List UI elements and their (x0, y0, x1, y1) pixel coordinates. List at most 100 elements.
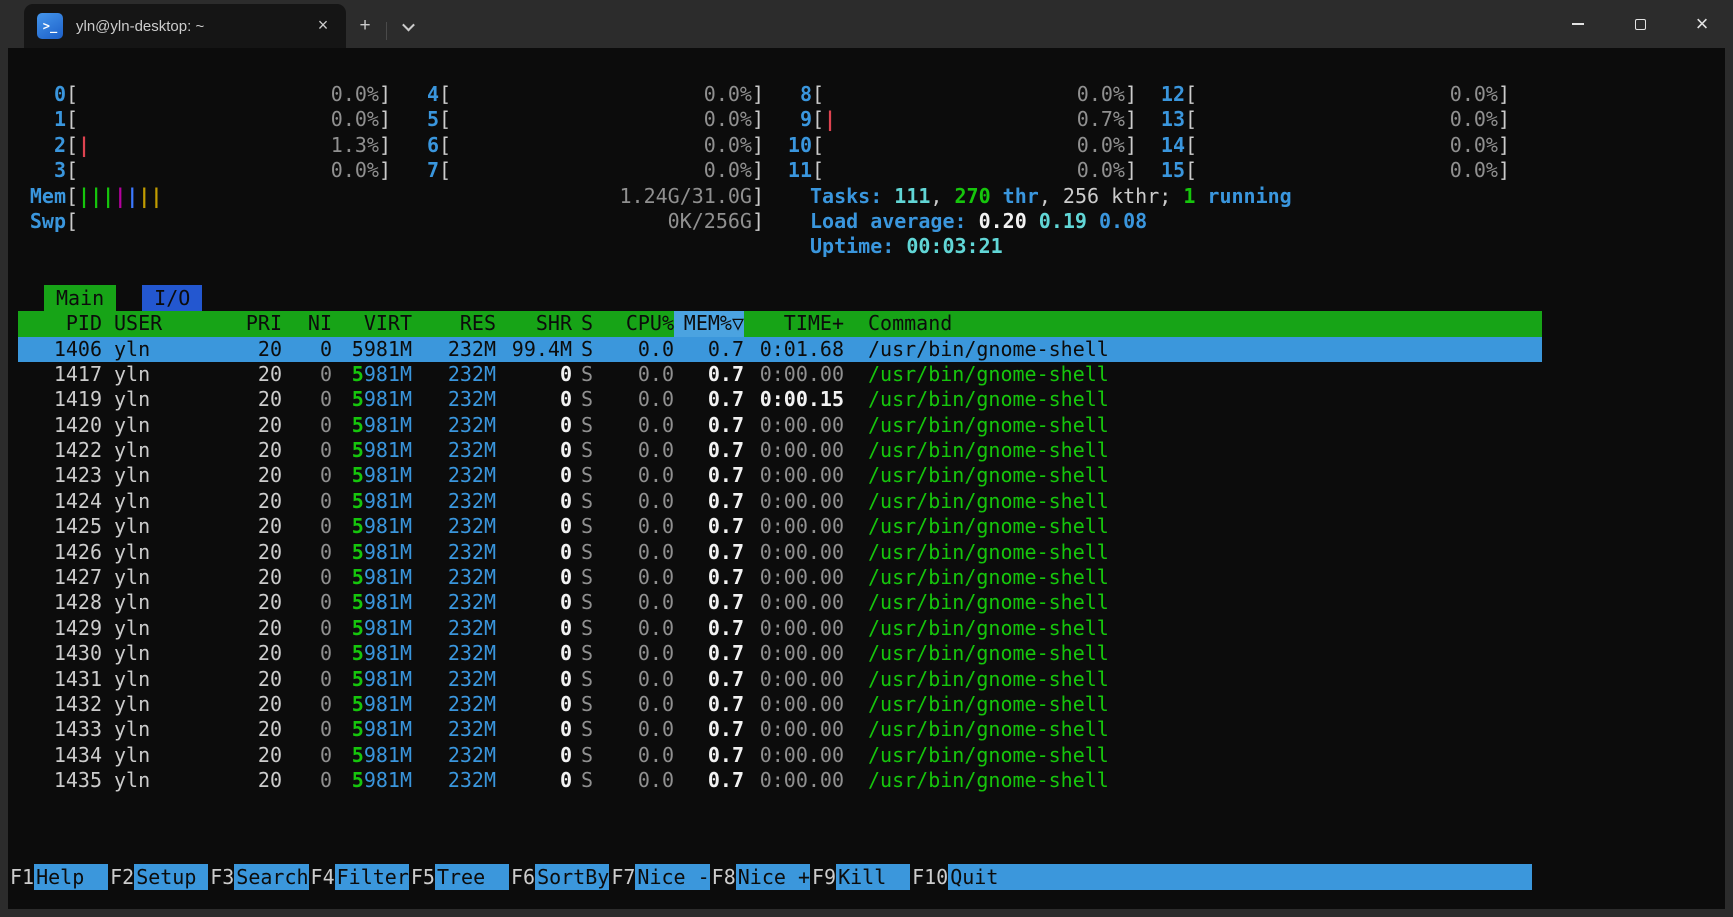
table-row[interactable]: 1430yln2005981M232M0S0.00.70:00.00/usr/b… (18, 641, 1542, 666)
cpu-meter-8: 8[0.0%] (764, 82, 1137, 107)
text-segment: 256 kthr (1063, 184, 1159, 208)
fkey-label: F7 (609, 864, 635, 890)
table-row[interactable]: 1433yln2005981M232M0S0.00.70:00.00/usr/b… (18, 717, 1542, 742)
cell-command: /usr/bin/gnome-shell (844, 438, 1542, 463)
column-header-cpu[interactable]: CPU% (602, 311, 674, 336)
meter-fill (824, 158, 1077, 183)
cell-shr: 0 (496, 565, 572, 590)
table-row[interactable]: 1435yln2005981M232M0S0.00.70:00.00/usr/b… (18, 768, 1542, 793)
column-header-command[interactable]: Command (844, 311, 1542, 336)
virt-rest: 981M (364, 590, 412, 614)
cpu-number: 5 (391, 107, 439, 132)
table-row[interactable]: 1426yln2005981M232M0S0.00.70:00.00/usr/b… (18, 540, 1542, 565)
cpu-percent: 0.0% (1077, 82, 1125, 107)
table-row[interactable]: 1427yln2005981M232M0S0.00.70:00.00/usr/b… (18, 565, 1542, 590)
terminal-tab[interactable]: >_ yln@yln-desktop: ~ × (24, 4, 346, 48)
close-button[interactable]: × (1671, 0, 1733, 48)
cell-res: 232M (412, 463, 496, 488)
fkey-f6[interactable]: F6SortBy (509, 864, 609, 890)
fkey-f5[interactable]: F5Tree (409, 864, 509, 890)
table-row[interactable]: 1417yln2005981M232M0S0.00.70:00.00/usr/b… (18, 362, 1542, 387)
cell-cpu: 0.0 (602, 413, 674, 438)
fkey-f9[interactable]: F9Kill (810, 864, 910, 890)
cell-cpu: 0.0 (602, 692, 674, 717)
meter-fill (1197, 158, 1450, 183)
virt-magnitude: 5 (352, 717, 364, 741)
fkey-f1[interactable]: F1Help (8, 864, 108, 890)
fkey-action: Filter (335, 864, 409, 890)
cell-time: 0:00.00 (744, 514, 844, 539)
cpu-meter-1: 1[0.0%] (18, 107, 391, 132)
cell-pri: 20 (212, 692, 282, 717)
tab-close-icon[interactable]: × (308, 11, 338, 41)
window-controls: × (1547, 0, 1733, 48)
cell-virt: 5981M (332, 641, 412, 666)
cell-user: yln (102, 514, 212, 539)
tab-title: yln@yln-desktop: ~ (76, 18, 308, 35)
fkey-f4[interactable]: F4Filter (309, 864, 409, 890)
column-header-virt[interactable]: VIRT (332, 311, 412, 336)
mem-tasks-line: Mem[|||||||1.24G/31.0G] Tasks: 111, 270 … (18, 184, 1725, 209)
cell-shr: 0 (496, 413, 572, 438)
uptime-line-row: Uptime: 00:03:21 (18, 234, 1725, 259)
cell-time: 0:00.00 (744, 540, 844, 565)
fkey-f8[interactable]: F8Nice + (710, 864, 810, 890)
column-header-res[interactable]: RES (412, 311, 496, 336)
cell-state: S (572, 387, 602, 412)
tab-dropdown-button[interactable] (389, 9, 427, 43)
table-row[interactable]: 1434yln2005981M232M0S0.00.70:00.00/usr/b… (18, 743, 1542, 768)
virt-magnitude: 5 (352, 692, 364, 716)
fkey-f10[interactable]: F10Quit (910, 864, 1532, 890)
cpu-meter-12: 12[0.0%] (1137, 82, 1510, 107)
titlebar-divider (386, 22, 387, 40)
process-table: PIDUSERPRINIVIRTRESSHRSCPU%MEM%▽TIME+Com… (18, 311, 1542, 793)
meter-bracket: ] (752, 209, 764, 234)
cell-ni: 0 (282, 438, 332, 463)
cell-res: 232M (412, 489, 496, 514)
cell-user: yln (102, 641, 212, 666)
table-row[interactable]: 1406yln2005981M232M99.4MS0.00.70:01.68/u… (18, 337, 1542, 362)
screen-tab-io[interactable]: I/O (142, 285, 202, 311)
table-row[interactable]: 1424yln2005981M232M0S0.00.70:00.00/usr/b… (18, 489, 1542, 514)
cell-pri: 20 (212, 387, 282, 412)
table-row[interactable]: 1428yln2005981M232M0S0.00.70:00.00/usr/b… (18, 590, 1542, 615)
screen-tab-main[interactable]: Main (44, 285, 116, 311)
maximize-button[interactable] (1609, 0, 1671, 48)
column-header-s[interactable]: S (572, 311, 602, 336)
cell-time: 0:00.15 (744, 387, 844, 412)
cell-res: 232M (412, 641, 496, 666)
table-row[interactable]: 1431yln2005981M232M0S0.00.70:00.00/usr/b… (18, 667, 1542, 692)
column-header-ni[interactable]: NI (282, 311, 332, 336)
fkey-f3[interactable]: F3Search (208, 864, 308, 890)
new-tab-button[interactable]: + (346, 9, 384, 43)
cpu-percent: 0.0% (1450, 158, 1498, 183)
meter-bracket: [ (66, 209, 78, 234)
cell-time: 0:00.00 (744, 743, 844, 768)
cell-shr: 0 (496, 717, 572, 742)
fkey-action: Setup (134, 864, 208, 890)
fkey-f2[interactable]: F2Setup (108, 864, 208, 890)
swp-load-line: Swp[0K/256G] Load average: 0.20 0.19 0.0… (18, 209, 1725, 234)
table-row[interactable]: 1422yln2005981M232M0S0.00.70:00.00/usr/b… (18, 438, 1542, 463)
column-header-shr[interactable]: SHR (496, 311, 572, 336)
fkey-f7[interactable]: F7Nice - (609, 864, 709, 890)
column-header-user[interactable]: USER (102, 311, 212, 336)
terminal-content: 0[0.0%]4[0.0%]8[0.0%]12[0.0%]1[0.0%]5[0.… (8, 48, 1725, 909)
table-row[interactable]: 1432yln2005981M232M0S0.00.70:00.00/usr/b… (18, 692, 1542, 717)
cell-shr: 0 (496, 590, 572, 615)
meter-bracket: ] (1498, 82, 1510, 107)
table-row[interactable]: 1423yln2005981M232M0S0.00.70:00.00/usr/b… (18, 463, 1542, 488)
table-row[interactable]: 1419yln2005981M232M0S0.00.70:00.15/usr/b… (18, 387, 1542, 412)
table-row[interactable]: 1429yln2005981M232M0S0.00.70:00.00/usr/b… (18, 616, 1542, 641)
cell-shr: 0 (496, 641, 572, 666)
column-header-pri[interactable]: PRI (212, 311, 282, 336)
column-header-time[interactable]: TIME+ (744, 311, 844, 336)
cell-res: 232M (412, 514, 496, 539)
cpu-number: 12 (1137, 82, 1185, 107)
column-header-pid[interactable]: PID (18, 311, 102, 336)
table-row[interactable]: 1420yln2005981M232M0S0.00.70:00.00/usr/b… (18, 413, 1542, 438)
fkey-action: Help (34, 864, 108, 890)
minimize-button[interactable] (1547, 0, 1609, 48)
table-row[interactable]: 1425yln2005981M232M0S0.00.70:00.00/usr/b… (18, 514, 1542, 539)
column-header-mem[interactable]: MEM%▽ (674, 311, 744, 336)
